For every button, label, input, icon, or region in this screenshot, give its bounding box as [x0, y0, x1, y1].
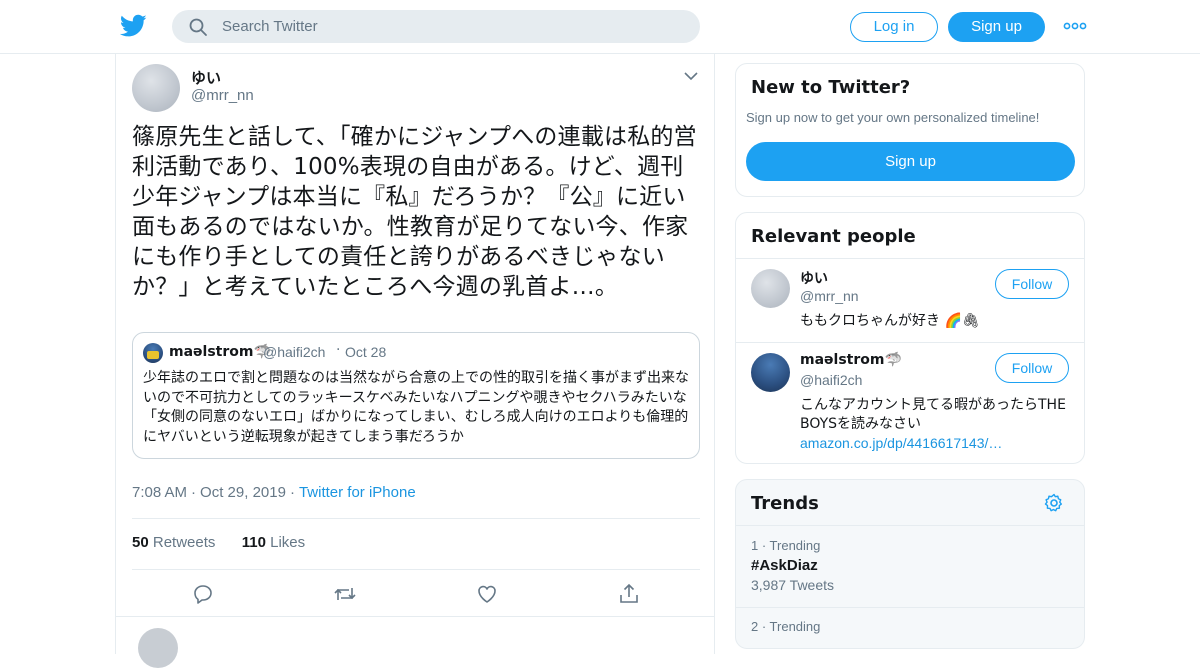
tweet-stats: 50 Retweets 110 Likes: [132, 534, 305, 551]
like-icon[interactable]: [475, 582, 499, 606]
bio-link[interactable]: amazon.co.jp/dp/4416617143/…: [800, 435, 1002, 451]
reply-icon[interactable]: [191, 582, 215, 606]
quoted-tweet[interactable]: maəlstrom🦈 @haifi2ch · Oct 28 少年誌のエロで割と問…: [132, 332, 700, 459]
top-bar: Log in Sign up: [0, 0, 1200, 54]
quoted-author-handle: @haifi2ch: [263, 344, 326, 360]
quoted-author-name: maəlstrom🦈: [169, 344, 271, 360]
trend-item[interactable]: 1 · Trending #AskDiaz 3,987 Tweets: [751, 538, 1071, 593]
follow-button[interactable]: Follow: [995, 353, 1069, 383]
person-bio: こんなアカウント見てる暇があったらTHE BOYSを読みなさい amazon.c…: [800, 396, 1070, 454]
quote-separator: ·: [336, 342, 341, 358]
card-title: Trends: [751, 493, 819, 514]
search-icon: [189, 18, 207, 36]
retweets-label: Retweets: [152, 534, 216, 551]
tweet-text: 篠原先生と話して、「確かにジャンプへの連載は私的営利活動であり、100%表現の自…: [132, 124, 697, 300]
quoted-author-avatar: [143, 343, 163, 363]
card-title: Relevant people: [751, 226, 916, 247]
divider: [116, 616, 714, 617]
more-dots-icon[interactable]: [1063, 18, 1087, 34]
card-title: New to Twitter?: [751, 77, 911, 98]
divider: [736, 342, 1084, 343]
quoted-text: 少年誌のエロで割と問題なのは当然ながら合意の上での性的取引を描く事がまず出来ない…: [143, 370, 689, 445]
trend-rank: 1 · Trending: [751, 538, 821, 553]
author-name[interactable]: ゆい: [191, 67, 221, 88]
trend-tag[interactable]: #AskDiaz: [751, 557, 1071, 574]
tweet-time: 7:08 AM: [132, 484, 188, 501]
divider: [132, 518, 700, 519]
quoted-date: Oct 28: [345, 344, 387, 360]
retweets-stat[interactable]: 50 Retweets: [132, 534, 215, 551]
avatar[interactable]: [751, 353, 790, 392]
login-button[interactable]: Log in: [850, 12, 938, 42]
share-icon[interactable]: [617, 582, 641, 606]
retweets-count: 50: [132, 534, 149, 551]
trends-card: Trends 1 · Trending #AskDiaz 3,987 Tweet…: [735, 479, 1085, 649]
author-handle[interactable]: @mrr_nn: [191, 87, 254, 104]
avatar[interactable]: [751, 269, 790, 308]
sidebar-signup-button[interactable]: Sign up: [746, 142, 1075, 181]
trend-item[interactable]: 2 · Trending: [751, 619, 1071, 634]
person-bio: ももクロちゃんが好き 🌈🖇: [800, 313, 980, 329]
tweet-date: Oct 29, 2019: [200, 484, 286, 501]
person-handle[interactable]: @mrr_nn: [800, 288, 859, 304]
likes-stat[interactable]: 110 Likes: [242, 534, 305, 551]
divider: [736, 258, 1084, 259]
divider: [736, 607, 1084, 608]
retweet-icon[interactable]: [333, 582, 357, 606]
new-to-twitter-card: New to Twitter? Sign up now to get your …: [735, 63, 1085, 197]
author-avatar[interactable]: [132, 64, 180, 112]
person-bio-text: こんなアカウント見てる暇があったらTHE BOYSを読みなさい: [800, 397, 1066, 432]
tweet-source-link[interactable]: Twitter for iPhone: [299, 484, 416, 501]
likes-label: Likes: [270, 534, 306, 551]
meta-separator: ·: [191, 484, 197, 501]
gear-icon[interactable]: [1044, 493, 1064, 513]
follow-button[interactable]: Follow: [995, 269, 1069, 299]
trend-rank: 2 · Trending: [751, 619, 821, 634]
person-name[interactable]: maəlstrom🦈: [800, 352, 902, 368]
person-handle[interactable]: @haifi2ch: [800, 372, 862, 388]
relevant-people-card: Relevant people ゆい @mrr_nn Follow ももクロちゃ…: [735, 212, 1085, 464]
person-name[interactable]: ゆい: [800, 268, 828, 288]
search-input[interactable]: [222, 10, 682, 43]
divider: [132, 569, 700, 570]
search-box: [172, 10, 700, 43]
twitter-bird-icon[interactable]: [120, 14, 147, 38]
tweet-detail: ゆい @mrr_nn 篠原先生と話して、「確かにジャンプへの連載は私的営利活動で…: [115, 54, 715, 668]
likes-count: 110: [241, 534, 266, 551]
trend-count: 3,987 Tweets: [751, 577, 835, 593]
tweet-meta: 7:08 AM · Oct 29, 2019 · Twitter for iPhone: [132, 484, 416, 501]
chevron-down-icon[interactable]: [684, 71, 698, 81]
signup-button[interactable]: Sign up: [948, 12, 1045, 42]
card-subtitle: Sign up now to get your own personalized…: [746, 110, 1040, 125]
divider: [736, 525, 1084, 526]
meta-separator: ·: [289, 484, 295, 501]
reply-avatar[interactable]: [138, 628, 178, 668]
